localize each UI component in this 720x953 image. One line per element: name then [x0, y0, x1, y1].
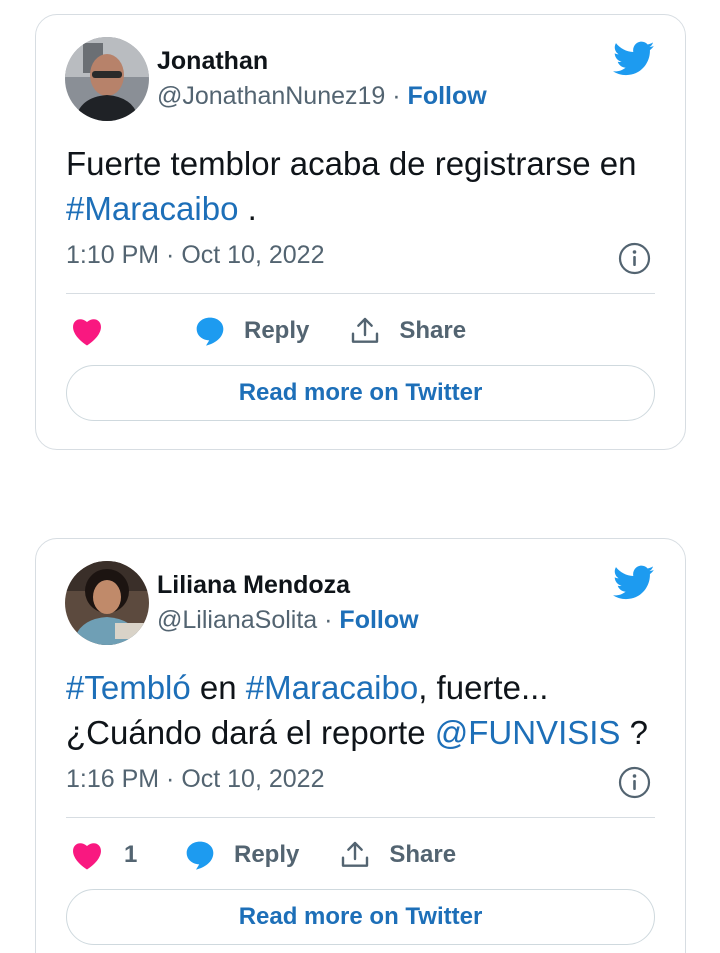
display-name[interactable]: Liliana Mendoza [157, 571, 350, 600]
reply-bubble-icon [196, 317, 224, 346]
follow-link[interactable]: Follow [408, 82, 487, 110]
hashtag-link[interactable]: #Maracaibo [246, 669, 418, 706]
share-icon [352, 317, 379, 343]
user-handle[interactable]: @LilianaSolita [157, 606, 317, 634]
hashtag-link[interactable]: #Maracaibo [66, 190, 238, 227]
share-button[interactable]: Share [349, 315, 466, 347]
heart-icon [73, 319, 101, 346]
action-bar: 1 Reply Share [66, 835, 655, 875]
timestamp[interactable]: 1:16 PM · Oct 10, 2022 [66, 765, 324, 794]
tweet-text-part: Fuerte temblor acaba de registrarse en [66, 145, 637, 182]
share-icon [342, 841, 369, 867]
separator: · [317, 606, 340, 634]
follow-link[interactable]: Follow [339, 606, 418, 634]
reply-label: Reply [234, 841, 300, 868]
like-button[interactable] [66, 316, 166, 346]
tweet-text: Fuerte temblor acaba de registrarse en #… [66, 141, 656, 231]
like-button[interactable]: 1 [66, 840, 186, 870]
twitter-bird-icon[interactable] [613, 565, 655, 601]
avatar[interactable] [65, 561, 149, 645]
avatar[interactable] [65, 37, 149, 121]
like-count: 1 [124, 841, 138, 868]
tweet-card: Liliana Mendoza @LilianaSolita · Follow … [35, 538, 686, 953]
heart-icon [73, 843, 101, 870]
reply-button[interactable]: Reply [184, 839, 299, 871]
divider [66, 817, 655, 818]
tweet-card: Jonathan @JonathanNunez19 · Follow Fuert… [35, 14, 686, 450]
tweet-text: #Tembló en #Maracaibo, fuerte... ¿Cuándo… [66, 665, 656, 755]
reply-bubble-icon [186, 841, 214, 870]
handle-line: @LilianaSolita · Follow [157, 606, 419, 635]
reply-button[interactable]: Reply [194, 315, 309, 347]
separator: · [385, 82, 408, 110]
action-bar: Reply Share [66, 311, 655, 351]
twitter-bird-icon[interactable] [613, 41, 655, 77]
tweet-text-part: . [238, 190, 257, 227]
hashtag-link[interactable]: #Tembló [66, 669, 191, 706]
share-label: Share [399, 317, 467, 344]
user-handle[interactable]: @JonathanNunez19 [157, 82, 385, 110]
tweet-text-part: ? [620, 714, 648, 751]
timestamp[interactable]: 1:10 PM · Oct 10, 2022 [66, 241, 324, 270]
mention-link[interactable]: @FUNVISIS [435, 714, 621, 751]
info-icon[interactable] [618, 766, 651, 799]
divider [66, 293, 655, 294]
read-more-button[interactable]: Read more on Twitter [66, 365, 655, 421]
display-name[interactable]: Jonathan [157, 47, 268, 76]
reply-label: Reply [244, 317, 310, 344]
read-more-button[interactable]: Read more on Twitter [66, 889, 655, 945]
info-icon[interactable] [618, 242, 651, 275]
handle-line: @JonathanNunez19 · Follow [157, 82, 487, 111]
tweet-text-part: en [190, 669, 246, 706]
share-button[interactable]: Share [339, 839, 456, 871]
share-label: Share [389, 841, 457, 868]
